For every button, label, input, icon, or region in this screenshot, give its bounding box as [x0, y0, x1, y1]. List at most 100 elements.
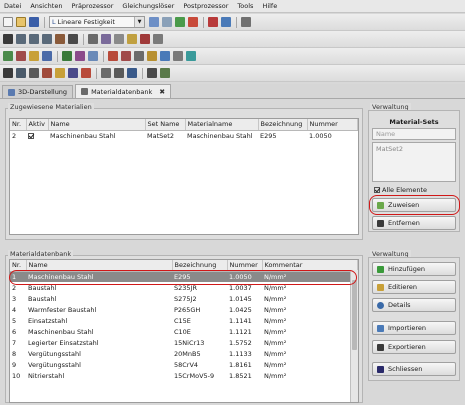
element-icon[interactable]: [16, 51, 26, 61]
menu-item-1[interactable]: Ansichten: [30, 2, 62, 10]
menu-item-4[interactable]: Postprozessor: [183, 2, 228, 10]
menu-item-0[interactable]: Datei: [4, 2, 21, 10]
close-button[interactable]: Schliessen: [372, 362, 456, 376]
rotate-icon[interactable]: [88, 34, 98, 44]
import-button[interactable]: Importieren: [372, 321, 456, 335]
mesh-icon[interactable]: [208, 17, 218, 27]
table-row[interactable]: 3 Baustahl S275J2 1.0145 N/mm²: [10, 293, 358, 304]
node-icon[interactable]: [3, 51, 13, 61]
section-icon[interactable]: [153, 34, 163, 44]
measure-icon[interactable]: [101, 68, 111, 78]
active-checkbox[interactable]: [28, 132, 34, 139]
col-nummer[interactable]: Nummer: [227, 260, 263, 272]
table-row[interactable]: 9 Vergütungsstahl 58CrV4 1.8161 N/mm²: [10, 359, 358, 370]
table-row[interactable]: 7 Legierter Einsatzstahl 15NiCr13 1.5752 N/m…: [10, 337, 358, 348]
col-kommentar[interactable]: Kommentar: [262, 260, 358, 272]
col-nr[interactable]: Nr.: [10, 119, 27, 131]
analysis-type-select[interactable]: L Lineare Festigkeit ▼: [49, 16, 145, 28]
col-name[interactable]: Name: [26, 260, 173, 272]
export-arrow-icon[interactable]: [29, 17, 39, 27]
table-row[interactable]: 5 Einsatzstahl C15E 1.1141 N/mm²: [10, 315, 358, 326]
col-name[interactable]: Name: [48, 119, 146, 131]
add-button[interactable]: Hinzufügen: [372, 262, 456, 276]
assigned-materials-table[interactable]: Nr. Aktiv Name Set Name Materialname Bez…: [9, 118, 359, 235]
menu-item-5[interactable]: Tools: [237, 2, 253, 10]
cell-aktiv[interactable]: [26, 130, 48, 141]
grid-icon[interactable]: [175, 17, 185, 27]
spring-icon[interactable]: [134, 51, 144, 61]
material-sets-list[interactable]: MatSet2: [372, 142, 456, 182]
animation-icon[interactable]: [68, 68, 78, 78]
assign-button[interactable]: Zuweisen: [372, 198, 456, 212]
load-icon[interactable]: [42, 51, 52, 61]
col-nummer[interactable]: Nummer: [307, 119, 358, 131]
pressure-icon[interactable]: [108, 51, 118, 61]
result-icon[interactable]: [140, 34, 150, 44]
solid-icon[interactable]: [173, 51, 183, 61]
set-name-input[interactable]: Name: [372, 128, 456, 140]
remove-button[interactable]: Entfernen: [372, 216, 456, 230]
material-icon[interactable]: [29, 51, 39, 61]
table-row[interactable]: 8 Vergütungsstahl 20MnB5 1.1133 N/mm²: [10, 348, 358, 359]
menu-item-3[interactable]: Gleichungslöser: [122, 2, 174, 10]
view-side-icon[interactable]: [29, 34, 39, 44]
col-bezeichnung[interactable]: Bezeichnung: [258, 119, 308, 131]
material-database-table[interactable]: Nr. Name Bezeichnung Nummer Kommentar 1M…: [9, 259, 359, 403]
tab-material-database[interactable]: Materialdatenbank ✖: [75, 84, 172, 98]
edit-button[interactable]: Editieren: [372, 280, 456, 294]
all-elements-option[interactable]: Alle Elemente: [374, 186, 427, 194]
arrow-right-icon[interactable]: [149, 17, 159, 27]
wireframe-icon[interactable]: [114, 34, 124, 44]
view-top-icon[interactable]: [42, 34, 52, 44]
report-icon[interactable]: [29, 68, 39, 78]
support-icon[interactable]: [62, 51, 72, 61]
print-icon[interactable]: [3, 68, 13, 78]
view-cube-icon[interactable]: [3, 34, 13, 44]
table-row[interactable]: 2 Baustahl S235JR 1.0037 N/mm²: [10, 282, 358, 293]
col-aktiv[interactable]: Aktiv: [26, 119, 49, 131]
database-scrollbar[interactable]: [350, 270, 358, 402]
open-folder-icon[interactable]: [16, 17, 26, 27]
close-tab-icon[interactable]: ✖: [159, 88, 165, 96]
table-row[interactable]: 4 Warmfester Baustahl P265GH 1.0425 N/mm²: [10, 304, 358, 315]
probe-icon[interactable]: [114, 68, 124, 78]
table-icon[interactable]: [221, 17, 231, 27]
zoom-icon[interactable]: [68, 34, 78, 44]
table-row[interactable]: 1 Maschinenbau Stahl E295 1.0050 N/mm²: [10, 271, 358, 282]
col-nr[interactable]: Nr.: [10, 260, 27, 272]
list-icon[interactable]: [162, 17, 172, 27]
lighting-icon[interactable]: [101, 34, 111, 44]
temperature-icon[interactable]: [121, 51, 131, 61]
table-row[interactable]: 6 Maschinenbau Stahl C10E 1.1121 N/mm²: [10, 326, 358, 337]
force-icon[interactable]: [88, 51, 98, 61]
arrow-tool-icon[interactable]: [127, 68, 137, 78]
pan-icon[interactable]: [55, 34, 65, 44]
export-button[interactable]: Exportieren: [372, 340, 456, 354]
stress-icon[interactable]: [42, 68, 52, 78]
calculator-icon[interactable]: [188, 17, 198, 27]
color-icon[interactable]: [127, 34, 137, 44]
exit-icon[interactable]: [241, 17, 251, 27]
col-materialname[interactable]: Materialname: [185, 119, 259, 131]
beam-icon[interactable]: [147, 51, 157, 61]
details-button[interactable]: Details: [372, 298, 456, 312]
col-bezeichnung[interactable]: Bezeichnung: [172, 260, 228, 272]
table-row[interactable]: 2 Maschinenbau Stahl MatSet2 Maschinenba…: [10, 130, 358, 141]
chart-icon[interactable]: [160, 68, 170, 78]
columns-icon[interactable]: [147, 68, 157, 78]
save-icon[interactable]: [16, 68, 26, 78]
menu-item-6[interactable]: Hilfe: [262, 2, 277, 10]
shell-icon[interactable]: [160, 51, 170, 61]
legend-icon[interactable]: [81, 68, 91, 78]
constraint-icon[interactable]: [75, 51, 85, 61]
menu-item-2[interactable]: Präprozessor: [71, 2, 113, 10]
tab-3d-view[interactable]: 3D-Darstellung: [2, 85, 74, 98]
col-set-name[interactable]: Set Name: [145, 119, 186, 131]
view-front-icon[interactable]: [16, 34, 26, 44]
contact-icon[interactable]: [186, 51, 196, 61]
deformation-icon[interactable]: [55, 68, 65, 78]
all-elements-checkbox[interactable]: [374, 187, 380, 193]
table-row[interactable]: 10 Nitrierstahl 15CrMoV5-9 1.8521 N/mm²: [10, 370, 358, 381]
list-item[interactable]: MatSet2: [376, 145, 403, 153]
scrollbar-thumb[interactable]: [352, 280, 357, 350]
